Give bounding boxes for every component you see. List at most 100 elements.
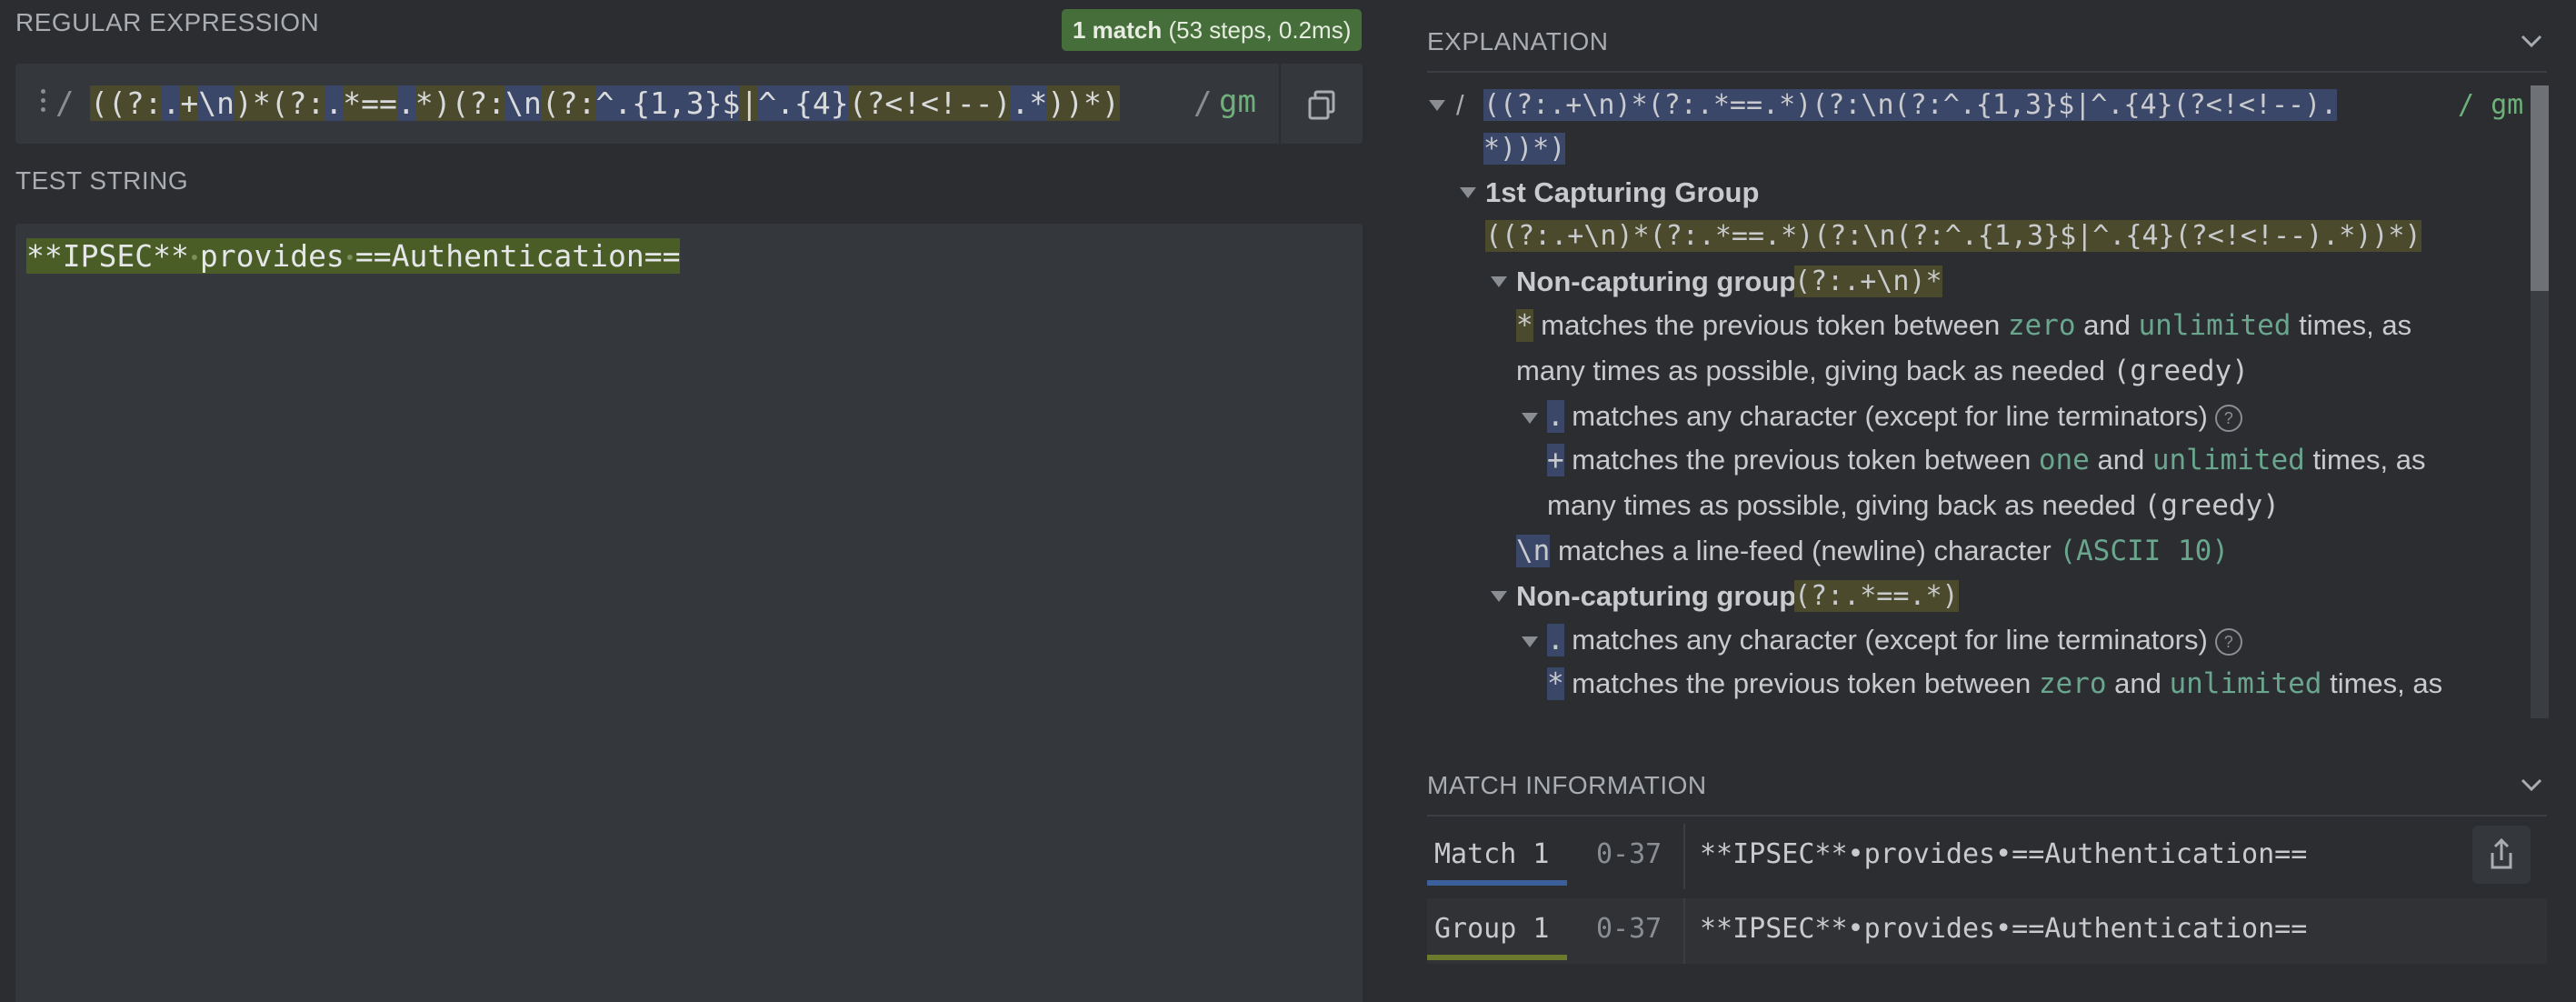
regex-token: \n: [505, 85, 542, 121]
export-button[interactable]: [2472, 826, 2531, 884]
quant-text: matches the previous token between: [1541, 309, 2001, 341]
help-icon[interactable]: ?: [2214, 627, 2242, 656]
explanation-collapse-button[interactable]: [2518, 27, 2545, 55]
star-token: *: [1516, 309, 1533, 342]
regex-token: ): [1101, 85, 1120, 121]
tree-toggle-icon[interactable]: [1522, 413, 1538, 424]
ncg2-pattern: (?:.*==.*): [1794, 580, 1959, 612]
regex-token: {1,3}: [632, 85, 723, 121]
regex-pattern[interactable]: ((?:.+\n)*(?:.*==.*)(?:\n(?:^.{1,3}$|^.{…: [90, 85, 1120, 121]
dot-line: . matches any character (except for line…: [1547, 400, 2242, 433]
chevron-down-icon: [2521, 778, 2542, 792]
regex-token: .: [396, 85, 415, 121]
quantifier-plus-line1: + matches the previous token between one…: [1547, 444, 2425, 476]
regex-token: ==: [361, 85, 397, 121]
tree-toggle-icon[interactable]: [1522, 636, 1538, 647]
help-icon[interactable]: ?: [2214, 404, 2242, 432]
regex-token: (: [90, 85, 108, 121]
group-row[interactable]: Group 1 0-37 **IPSEC**•provides•==Authen…: [1427, 898, 2547, 964]
regex-input[interactable]: / ((?:.+\n)*(?:.*==.*)(?:\n(?:^.{1,3}$|^…: [15, 64, 1363, 144]
greedy-text: many times as possible, giving back as n…: [1516, 355, 2105, 386]
regex-delimiter-open: /: [55, 85, 75, 122]
root-flags: / gm: [2458, 89, 2524, 121]
regex-flags[interactable]: gm: [1219, 84, 1256, 120]
regex-token: .: [614, 85, 633, 121]
test-string-input[interactable]: **IPSEC**•provides•==Authentication==: [15, 224, 1363, 1002]
explanation-panel: EXPLANATION / ((?:.+\n)*(?:.*==.*)(?:\n(…: [1403, 7, 2560, 731]
tree-toggle-icon[interactable]: [1429, 100, 1445, 111]
regex-token: ): [1047, 85, 1066, 121]
regex-token: |: [740, 85, 759, 121]
match-info-collapse-button[interactable]: [2518, 771, 2545, 798]
newline-text: matches a line-feed (newline) character: [1557, 535, 2052, 566]
unlimited-keyword: unlimited: [2152, 444, 2305, 476]
zero-keyword: zero: [2007, 309, 2076, 342]
ascii-keyword: (ASCII 10): [2059, 535, 2229, 567]
regex-token: \n: [198, 85, 235, 121]
space-glyph: •: [188, 246, 200, 269]
tree-toggle-icon[interactable]: [1460, 187, 1476, 198]
and-text: and: [2114, 667, 2162, 699]
match-count: 1 match: [1073, 16, 1163, 44]
regex-token: +: [180, 85, 199, 121]
explanation-title: EXPLANATION: [1427, 27, 1609, 55]
tree-toggle-icon[interactable]: [1491, 591, 1507, 602]
and-text: and: [2097, 444, 2145, 476]
times-as-text: times, as: [2312, 444, 2426, 476]
regex-token: *: [1029, 85, 1048, 121]
one-keyword: one: [2038, 444, 2090, 476]
regex-token: *: [1083, 85, 1102, 121]
ncg2-title: Non-capturing group: [1516, 580, 1797, 612]
newline-token: \n: [1516, 535, 1551, 567]
regex-token: ): [433, 85, 452, 121]
row-separator: [1683, 824, 1685, 889]
dot-token: .: [1547, 400, 1564, 433]
root-pattern-line2: *))*): [1483, 133, 1566, 165]
quantifier-star-line2: many times as possible, giving back as n…: [1516, 355, 2249, 387]
test-string-part: **IPSEC**: [26, 238, 189, 274]
times-as-text: times, as: [2299, 309, 2412, 341]
regex-token: (?:: [107, 85, 163, 121]
regex-token: (?:: [541, 85, 596, 121]
match-value: **IPSEC**•provides•==Authentication==: [1700, 838, 2308, 870]
match-color-bar: [1427, 880, 1567, 886]
test-string-match: **IPSEC**•provides•==Authentication==: [26, 238, 681, 274]
scrollbar-thumb[interactable]: [2531, 85, 2549, 291]
copy-button[interactable]: [1304, 87, 1341, 124]
plus-token: +: [1547, 444, 1564, 476]
copy-icon: [1308, 90, 1335, 120]
drag-handle-icon[interactable]: [41, 89, 46, 118]
explanation-scrollbar[interactable]: [2531, 85, 2549, 718]
greedy-keyword: (greedy): [2112, 355, 2249, 387]
regex-token: $: [722, 85, 741, 121]
regex-token: (?<!<!--): [848, 85, 1012, 121]
regex-section-title: REGULAR EXPRESSION: [15, 8, 320, 36]
match-info-title: MATCH INFORMATION: [1427, 771, 1707, 799]
regex-token: ): [1065, 85, 1083, 121]
root-delimiter: /: [1456, 89, 1464, 121]
regex-token: {4}: [794, 85, 849, 121]
test-string-title: TEST STRING: [15, 166, 189, 195]
regex-token: .: [324, 85, 344, 121]
regex-token: ^: [595, 85, 614, 121]
explanation-tree: / ((?:.+\n)*(?:.*==.*)(?:\n(?:^.{1,3}$|^…: [1427, 85, 2531, 718]
quantifier-star-line1: * matches the previous token between zer…: [1516, 309, 2411, 342]
quantifier-star-line1: * matches the previous token between zer…: [1547, 667, 2442, 700]
regex-token: (?:: [451, 85, 506, 121]
match-count-badge[interactable]: 1 match (53 steps, 0.2ms): [1062, 9, 1363, 51]
dot-line: . matches any character (except for line…: [1547, 624, 2242, 656]
match-row[interactable]: Match 1 0-37 **IPSEC**•provides•==Authen…: [1427, 824, 2547, 889]
greedy-text: many times as possible, giving back as n…: [1547, 489, 2136, 521]
regex-token: (?:: [270, 85, 325, 121]
group1-title: 1st Capturing Group: [1485, 176, 1760, 208]
row-separator: [1683, 898, 1685, 964]
match-detail: (53 steps, 0.2ms): [1168, 16, 1352, 44]
quantifier-plus-line2: many times as possible, giving back as n…: [1547, 489, 2280, 522]
regex-token: *: [414, 85, 434, 121]
group-range: 0-37: [1596, 913, 1662, 945]
tree-toggle-icon[interactable]: [1491, 276, 1507, 287]
test-string-part: ==Authentication==: [354, 238, 681, 274]
match-range: 0-37: [1596, 838, 1662, 870]
match-info-divider: [1427, 815, 2547, 817]
dot-text: matches any character (except for line t…: [1572, 624, 2208, 656]
